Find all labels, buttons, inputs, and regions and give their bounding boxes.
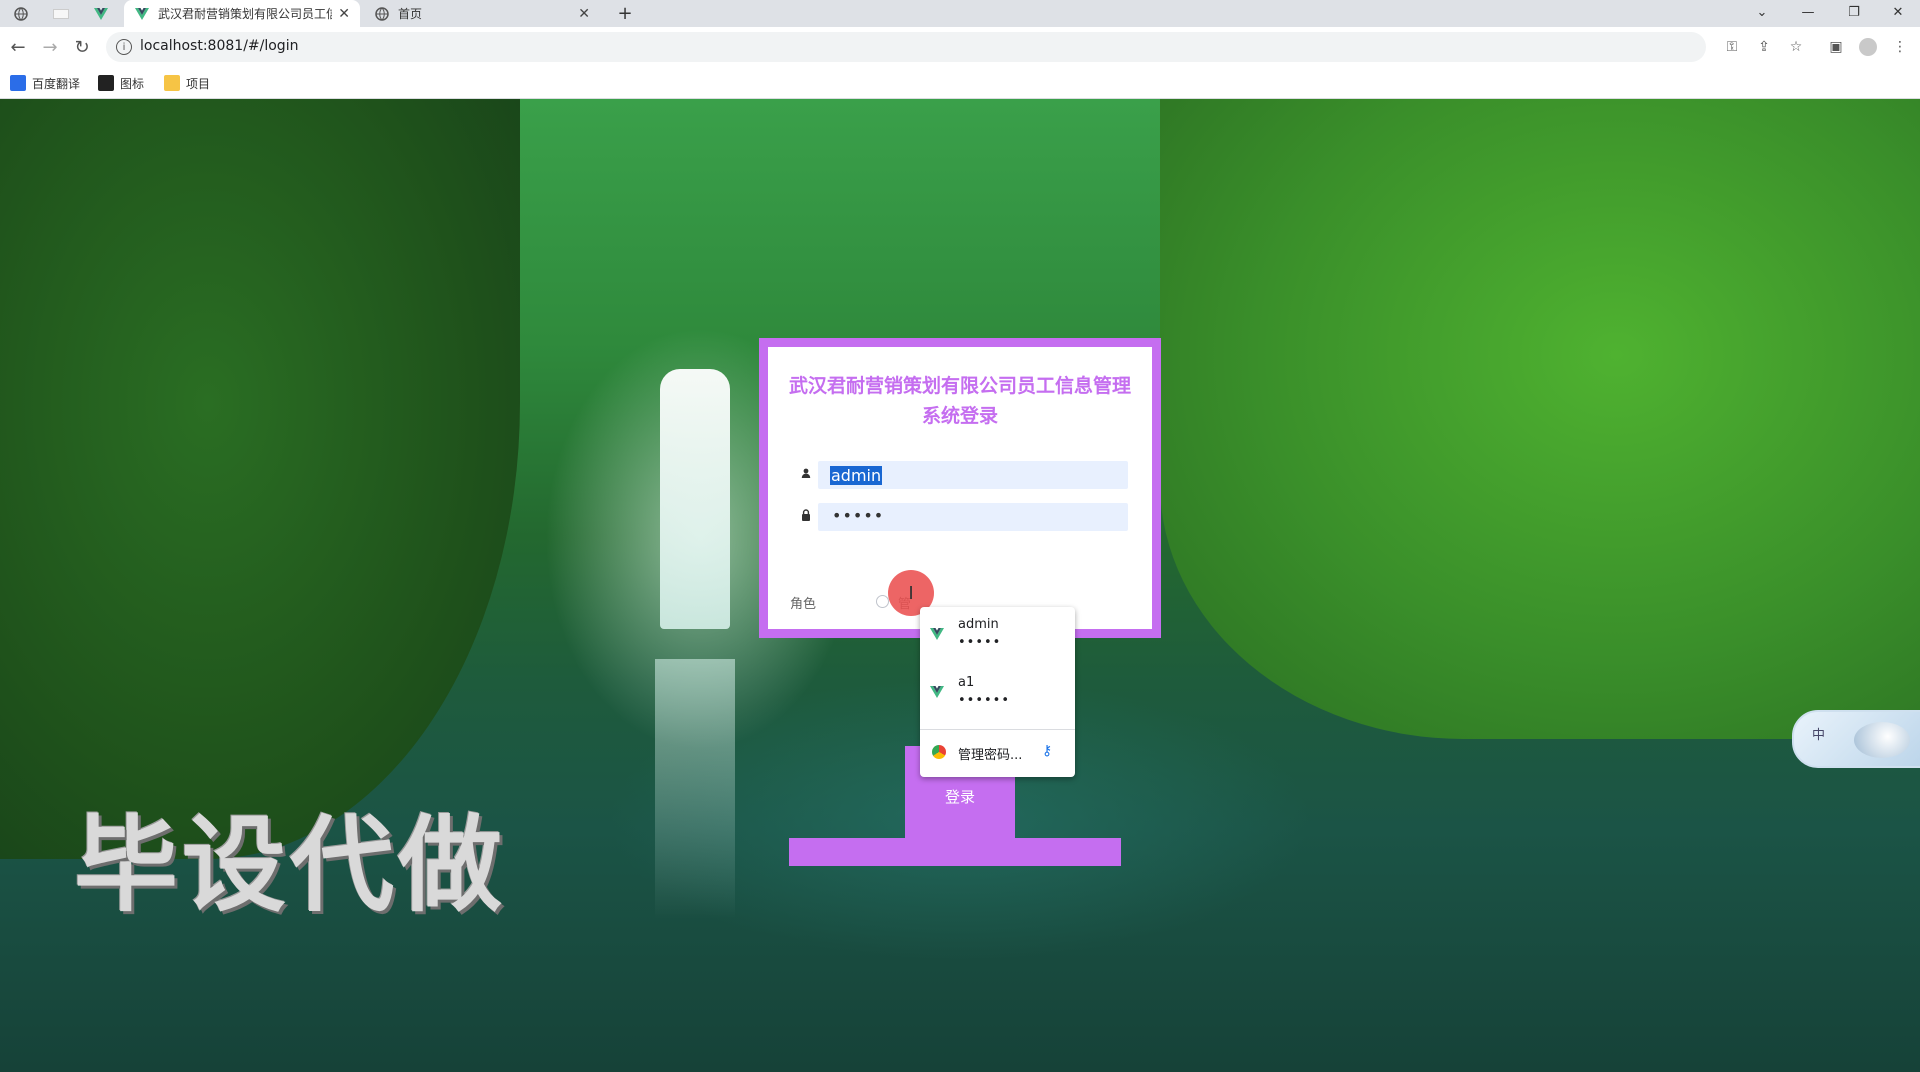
autofill-username: a1	[958, 675, 975, 690]
bookmark-label: 图标	[120, 76, 145, 91]
image-icon	[98, 75, 114, 91]
bookmarks-bar: 百度翻译 图标 项目	[0, 67, 1920, 99]
lock-icon	[798, 507, 814, 523]
vue-favicon-icon	[134, 6, 150, 22]
tab-title: 首页	[398, 7, 423, 21]
role-radio-admin[interactable]	[876, 595, 889, 608]
background-cliff-left	[0, 99, 520, 859]
key-icon: ⚷	[1042, 743, 1053, 759]
bookmark-projects[interactable]: 项目	[164, 74, 210, 92]
autofill-entry[interactable]: admin •••••	[920, 607, 1075, 663]
manage-passwords-item[interactable]: 管理密码... ⚷	[920, 733, 1075, 771]
watermark-text: 毕设代做	[74, 804, 507, 926]
address-bar[interactable]: i localhost:8081/#/login	[106, 32, 1706, 62]
close-window-icon[interactable]: ✕	[1876, 0, 1920, 24]
login-panel: 武汉君耐营销策划有限公司员工信息管理系统登录 admin ••••• 角色 管	[768, 347, 1152, 629]
text-cursor-icon: I	[908, 582, 914, 604]
tab-close-icon[interactable]: ✕	[578, 6, 590, 22]
login-button-base	[789, 838, 1121, 866]
folder-icon	[164, 75, 180, 91]
browser-toolbar: ← → ↻ i localhost:8081/#/login ⚿ ⇪ ☆ ▣ ⋮	[0, 27, 1920, 67]
bookmark-label: 项目	[186, 76, 211, 91]
tab-close-icon[interactable]: ✕	[338, 6, 350, 22]
background-cliff-right	[1160, 99, 1920, 739]
tab-login[interactable]: 武汉君耐营销策划有限公司员工信 ✕	[124, 0, 360, 27]
site-info-icon[interactable]: i	[116, 39, 132, 55]
minimize-icon[interactable]: —	[1786, 0, 1830, 24]
bookmark-baidu-translate[interactable]: 百度翻译	[10, 74, 80, 92]
translate-icon	[10, 75, 26, 91]
bookmark-icons[interactable]: 图标	[98, 74, 144, 92]
autofill-password: •••••	[958, 635, 1002, 650]
autofill-divider	[920, 729, 1075, 730]
forward-icon[interactable]: →	[38, 35, 62, 59]
tab-vue-icon[interactable]	[84, 0, 118, 27]
vue-site-icon	[930, 686, 944, 698]
manage-passwords-label: 管理密码...	[958, 748, 1023, 763]
vue-site-icon	[930, 628, 944, 640]
password-input[interactable]: •••••	[818, 503, 1128, 531]
autofill-password: ••••••	[958, 693, 1011, 708]
username-value: admin	[830, 466, 883, 485]
password-autofill-dropdown: admin ••••• a1 •••••• 管理密码... ⚷	[920, 607, 1075, 777]
url-text: localhost:8081/#/login	[140, 38, 299, 54]
tab-globe-icon[interactable]	[4, 0, 38, 27]
menu-kebab-icon[interactable]: ⋮	[1888, 35, 1912, 59]
user-icon	[798, 465, 814, 481]
ime-floating-widget[interactable]: 中	[1792, 710, 1920, 768]
autofill-username: admin	[958, 617, 999, 632]
background-reflection	[655, 659, 735, 919]
new-tab-button[interactable]: +	[612, 0, 638, 27]
google-icon	[932, 745, 946, 759]
ime-language-label: 中	[1812, 728, 1826, 743]
bookmark-star-icon[interactable]: ☆	[1784, 35, 1808, 59]
profile-avatar-icon[interactable]	[1856, 35, 1880, 59]
login-title: 武汉君耐营销策划有限公司员工信息管理系统登录	[788, 375, 1131, 427]
bookmark-label: 百度翻译	[32, 76, 81, 91]
tab-home[interactable]: 首页 ✕	[364, 0, 600, 27]
background-waterfall	[660, 369, 730, 629]
username-input[interactable]: admin	[818, 461, 1128, 489]
tab-strip: 武汉君耐营销策划有限公司员工信 ✕ 首页 ✕ + ⌄ — ❐ ✕	[0, 0, 1920, 27]
autofill-entry[interactable]: a1 ••••••	[920, 665, 1075, 721]
password-masked-value: •••••	[832, 506, 885, 525]
tab-title: 武汉君耐营销策划有限公司员工信	[158, 7, 333, 21]
tab-search-chevron-icon[interactable]: ⌄	[1740, 0, 1784, 24]
globe-favicon-icon	[374, 6, 390, 22]
role-label: 角色	[790, 597, 817, 612]
share-icon[interactable]: ⇪	[1752, 35, 1776, 59]
back-icon[interactable]: ←	[6, 35, 30, 59]
tab-blank-icon[interactable]	[44, 0, 78, 27]
side-panel-icon[interactable]: ▣	[1824, 35, 1848, 59]
username-selected-text: admin	[830, 466, 883, 485]
restore-icon[interactable]: ❐	[1832, 0, 1876, 24]
password-key-icon[interactable]: ⚿	[1720, 35, 1744, 59]
widget-decoration-icon	[1854, 722, 1910, 758]
reload-icon[interactable]: ↻	[70, 35, 94, 59]
